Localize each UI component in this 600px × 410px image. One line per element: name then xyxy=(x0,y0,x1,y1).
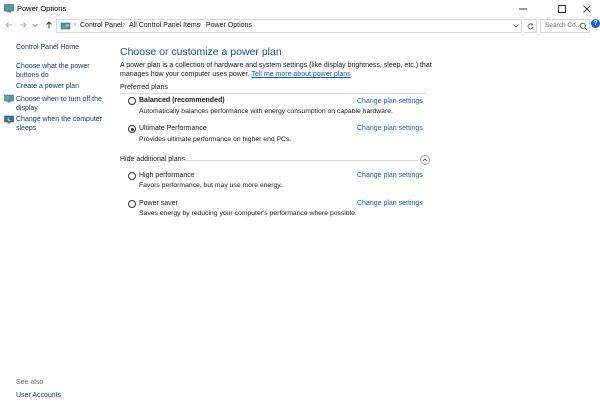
radio-ultimate-performance[interactable] xyxy=(128,125,136,133)
close-button[interactable] xyxy=(572,0,600,17)
breadcrumb-control-panel[interactable]: Control Panel xyxy=(80,22,122,29)
arrow-up-icon xyxy=(46,21,52,29)
hide-additional-plans-label[interactable]: Hide additional plans xyxy=(120,156,185,163)
chevron-down-icon xyxy=(32,23,38,28)
sidebar-item-turn-off-display[interactable]: Choose when to turn off the display xyxy=(16,95,104,113)
chevron-up-icon xyxy=(422,158,428,162)
plan-name-high-performance[interactable]: High performance xyxy=(139,172,195,179)
up-button[interactable] xyxy=(44,20,54,30)
search-box[interactable]: Search Co... xyxy=(540,19,590,33)
change-plan-settings-ultimate[interactable]: Change plan settings xyxy=(357,125,423,132)
refresh-button[interactable] xyxy=(524,19,537,33)
sidebar-item-create-plan[interactable]: Create a power plan xyxy=(16,82,79,91)
section-divider xyxy=(182,160,418,161)
see-also-title: See also xyxy=(16,379,44,386)
main-content: Choose or customize a power plan A power… xyxy=(110,34,600,410)
control-panel-icon xyxy=(60,22,71,30)
change-plan-settings-balanced[interactable]: Change plan settings xyxy=(357,98,423,105)
radio-power-saver[interactable] xyxy=(128,200,136,208)
sidebar: Control Panel Home Choose what the power… xyxy=(0,34,110,410)
plan-desc-power-saver: Saves energy by reducing your computer's… xyxy=(139,210,357,217)
maximize-icon xyxy=(558,4,566,13)
title-bar: Power Options xyxy=(0,0,600,17)
change-plan-settings-power-saver[interactable]: Change plan settings xyxy=(357,200,423,207)
section-divider xyxy=(120,93,426,94)
breadcrumb-separator: › xyxy=(199,22,201,28)
moon-icon xyxy=(4,115,14,124)
arrow-left-icon xyxy=(5,22,12,28)
radio-high-performance[interactable] xyxy=(128,172,136,180)
breadcrumb-power-options[interactable]: Power Options xyxy=(206,22,252,29)
refresh-icon xyxy=(527,23,533,30)
minimize-icon xyxy=(519,8,527,9)
collapse-additional-plans-button[interactable] xyxy=(420,155,430,165)
monitor-icon xyxy=(4,94,14,103)
arrow-right-icon xyxy=(20,22,27,28)
plan-name-ultimate-performance[interactable]: Ultimate Performance xyxy=(139,125,207,132)
plan-name-balanced[interactable]: Balanced (recommended) xyxy=(139,97,225,104)
plan-desc-ultimate-performance: Provides ultimate performance on higher … xyxy=(139,136,292,143)
window-title: Power Options xyxy=(17,4,67,13)
page-title: Choose or customize a power plan xyxy=(120,46,282,58)
plan-desc-balanced: Automatically balances performance with … xyxy=(139,108,393,115)
search-icon xyxy=(579,22,588,31)
sidebar-item-power-buttons[interactable]: Choose what the power buttons do xyxy=(16,62,104,80)
address-dropdown-button[interactable] xyxy=(512,22,520,32)
breadcrumb-separator: › xyxy=(74,22,76,28)
address-bar[interactable]: › Control Panel › All Control Panel Item… xyxy=(56,19,522,33)
change-plan-settings-high-performance[interactable]: Change plan settings xyxy=(357,172,423,179)
plan-name-power-saver[interactable]: Power saver xyxy=(139,200,178,207)
forward-button[interactable] xyxy=(18,20,28,30)
back-button[interactable] xyxy=(4,20,14,30)
preferred-plans-label: Preferred plans xyxy=(120,84,168,91)
sidebar-item-computer-sleeps[interactable]: Change when the computer sleeps xyxy=(16,115,104,133)
sidebar-item-user-accounts[interactable]: User Accounts xyxy=(16,391,61,400)
sidebar-control-panel-home[interactable]: Control Panel Home xyxy=(16,43,79,52)
address-row: › Control Panel › All Control Panel Item… xyxy=(0,17,600,34)
minimize-button[interactable] xyxy=(508,0,538,17)
help-icon[interactable]: ? xyxy=(591,19,600,28)
breadcrumb-separator: › xyxy=(123,22,125,28)
close-icon xyxy=(583,4,591,13)
power-options-app-icon xyxy=(4,4,14,13)
recent-locations-button[interactable] xyxy=(30,20,40,30)
search-input[interactable]: Search Co... xyxy=(545,22,581,29)
chevron-down-icon xyxy=(513,24,519,28)
page-description: A power plan is a collection of hardware… xyxy=(120,62,432,78)
plan-desc-high-performance: Favors performance, but may use more ene… xyxy=(139,182,283,189)
radio-balanced[interactable] xyxy=(128,97,136,105)
learn-more-link[interactable]: Tell me more about power plans xyxy=(251,71,350,78)
breadcrumb-all-items[interactable]: All Control Panel Items xyxy=(129,22,200,29)
